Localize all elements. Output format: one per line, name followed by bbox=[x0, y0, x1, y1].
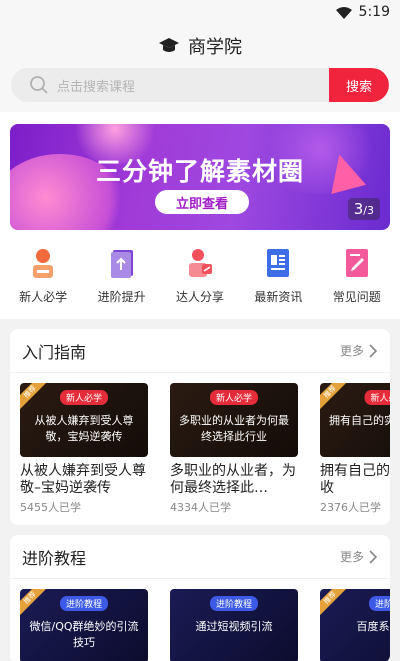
faq-icon bbox=[345, 249, 368, 277]
quick-link-newcomer[interactable]: 新人必学 bbox=[8, 246, 78, 305]
learner-count: 5455人已学 bbox=[20, 501, 81, 514]
banner-page-indicator: 3/3 bbox=[347, 198, 380, 220]
banner-view-button[interactable]: 立即查看 bbox=[155, 190, 249, 214]
quick-link-expert[interactable]: 达人分享 bbox=[165, 246, 235, 305]
status-time: 5:19 bbox=[358, 4, 390, 20]
newcomer-icon bbox=[33, 249, 54, 278]
learner-count: 2376人已学 bbox=[320, 501, 381, 514]
course-card[interactable]: 推荐 进阶教程 微信/QQ群绝妙的引流技巧 bbox=[20, 589, 148, 661]
course-name: 多职业的从业者，为何最终选择此… bbox=[170, 463, 296, 496]
course-card[interactable]: 推荐 进阶 百度系引流 bbox=[320, 589, 390, 661]
section-advanced-tutorials: 进阶教程 更多 推荐 进阶教程 微信/QQ群绝妙的引流技巧 进阶教程 通过短视频… bbox=[10, 535, 390, 661]
status-bar: 5:19 bbox=[0, 0, 400, 26]
quick-link-faq[interactable]: 常见问题 bbox=[322, 246, 392, 305]
advance-book-icon bbox=[110, 250, 133, 278]
section-title: 进阶教程 bbox=[22, 548, 87, 568]
more-link[interactable]: 更多 bbox=[340, 548, 378, 565]
course-card[interactable]: 进阶教程 通过短视频引流 bbox=[170, 589, 298, 661]
recommend-badge: 推荐 bbox=[320, 589, 351, 619]
course-card[interactable]: 推荐 新人必 拥有自己的实现经济收 拥有自己的实现经济收 2376人已学 bbox=[320, 383, 390, 515]
chevron-right-icon bbox=[369, 343, 378, 358]
section-title: 入门指南 bbox=[22, 342, 87, 362]
course-card[interactable]: 新人必学 多职业的从业者为何最终选择此行业 多职业的从业者，为何最终选择此… 4… bbox=[170, 383, 298, 515]
page-title: 商学院 bbox=[188, 37, 242, 58]
search-button[interactable]: 搜索 bbox=[329, 68, 389, 102]
course-thumbnail: 推荐 新人必 拥有自己的实现经济收 bbox=[320, 383, 390, 457]
course-thumbnail: 推荐 进阶 百度系引流 bbox=[320, 589, 390, 661]
search-icon bbox=[30, 76, 48, 94]
banner-headline: 三分钟了解素材圈 bbox=[95, 157, 304, 186]
course-name: 拥有自己的实现经济收 bbox=[320, 463, 390, 496]
search-bar[interactable]: 点击搜索课程 搜索 bbox=[11, 68, 389, 102]
course-thumbnail: 推荐 进阶教程 微信/QQ群绝妙的引流技巧 bbox=[20, 589, 148, 661]
recommend-badge: 推荐 bbox=[20, 383, 51, 413]
course-thumbnail: 进阶教程 通过短视频引流 bbox=[170, 589, 298, 661]
graduation-cap-icon bbox=[159, 38, 179, 52]
page-header: 商学院 bbox=[0, 26, 400, 66]
course-card[interactable]: 推荐 新人必学 从被人嫌弃到受人尊敬，宝妈逆袭传 从被人嫌弃到受人尊敬–宝妈逆袭… bbox=[20, 383, 148, 515]
search-input[interactable]: 点击搜索课程 bbox=[57, 76, 135, 95]
quick-links: 新人必学 进阶提升 达人分享 最新资讯 常见问题 bbox=[0, 230, 400, 319]
recommend-badge: 推荐 bbox=[320, 383, 351, 413]
course-name: 从被人嫌弃到受人尊敬–宝妈逆袭传 bbox=[20, 463, 146, 496]
learner-count: 4334人已学 bbox=[170, 501, 231, 514]
course-thumbnail: 新人必学 多职业的从业者为何最终选择此行业 bbox=[170, 383, 298, 457]
news-icon bbox=[267, 249, 290, 277]
recommend-badge: 推荐 bbox=[20, 589, 51, 619]
expert-share-icon bbox=[188, 249, 212, 277]
wifi-icon bbox=[336, 7, 352, 19]
course-thumbnail: 推荐 新人必学 从被人嫌弃到受人尊敬，宝妈逆袭传 bbox=[20, 383, 148, 457]
quick-link-news[interactable]: 最新资讯 bbox=[243, 246, 313, 305]
quick-link-advance[interactable]: 进阶提升 bbox=[87, 246, 157, 305]
more-link[interactable]: 更多 bbox=[340, 342, 378, 359]
promo-banner[interactable]: 三分钟了解素材圈 立即查看 3/3 bbox=[10, 124, 390, 230]
section-intro-guide: 入门指南 更多 推荐 新人必学 从被人嫌弃到受人尊敬，宝妈逆袭传 从被人嫌弃到受… bbox=[10, 329, 390, 525]
chevron-right-icon bbox=[369, 549, 378, 564]
